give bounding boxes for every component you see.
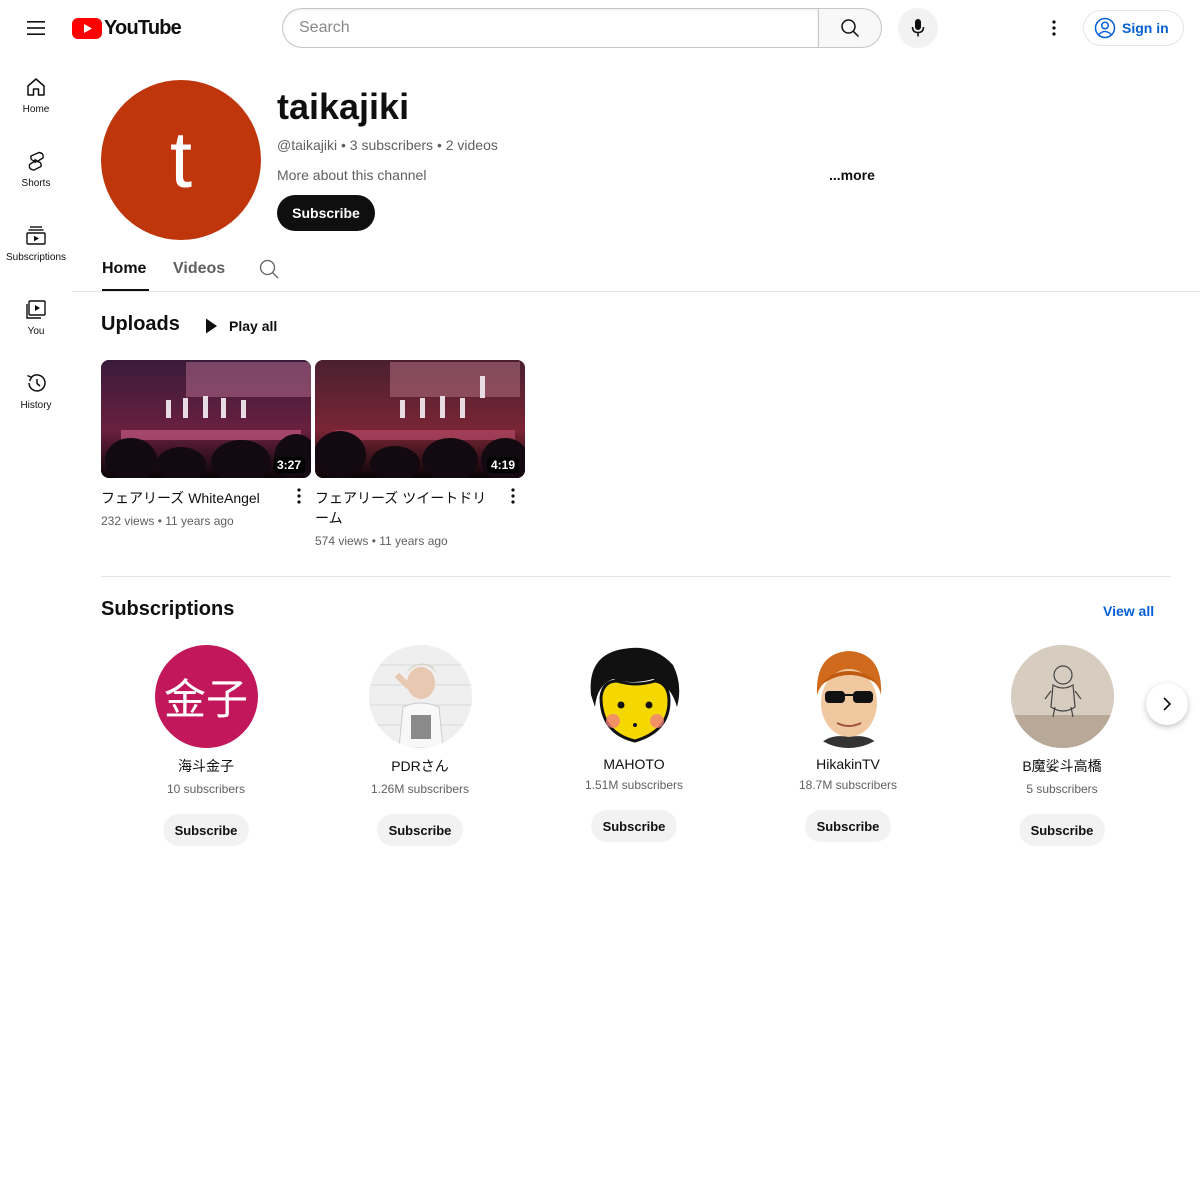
more-vertical-icon xyxy=(297,488,301,504)
channel-avatar: t xyxy=(101,80,261,240)
video-title[interactable]: フェアリーズ ツイートドリーム xyxy=(315,488,495,528)
subscribe-button[interactable]: Subscribe xyxy=(1018,814,1106,846)
more-vertical-icon xyxy=(511,488,515,504)
guide-menu-button[interactable] xyxy=(16,8,56,48)
search-icon xyxy=(841,19,860,38)
video-menu-button[interactable] xyxy=(287,484,311,508)
video-title[interactable]: フェアリーズ WhiteAngel xyxy=(101,488,281,508)
channel-subscribe-button[interactable]: Subscribe xyxy=(277,195,375,231)
tab-videos[interactable]: Videos xyxy=(173,260,225,278)
subscription-avatar[interactable] xyxy=(582,645,686,748)
video-thumbnail[interactable]: 4:19 xyxy=(315,360,525,478)
channel-name: taikajiki xyxy=(277,86,410,127)
channel-tabs: Home Videos xyxy=(72,248,1200,292)
search-icon xyxy=(259,259,279,279)
uploads-title: Uploads xyxy=(101,313,180,335)
subscription-count: 1.51M subscribers xyxy=(584,778,684,792)
tab-active-indicator xyxy=(102,289,149,291)
search-button[interactable] xyxy=(818,8,882,48)
subscription-name[interactable]: HikakinTV xyxy=(816,756,880,772)
account-circle-icon xyxy=(1094,17,1116,39)
search-input[interactable] xyxy=(282,8,818,48)
subscription-name[interactable]: PDRさん xyxy=(391,756,449,776)
sidebar-item-label: Home xyxy=(22,104,50,115)
avatar-image xyxy=(796,645,900,748)
youtube-play-icon xyxy=(72,17,102,39)
channel-meta: @taikajiki • 3 subscribers • 2 videos xyxy=(277,137,498,153)
microphone-icon xyxy=(911,19,925,37)
shorts-icon xyxy=(28,151,44,171)
subscription-count: 1.26M subscribers xyxy=(370,782,470,796)
masthead: YouTube Sign in xyxy=(0,0,1200,56)
home-icon xyxy=(27,78,45,96)
voice-search-button[interactable] xyxy=(898,8,938,48)
sidebar-item-label: You xyxy=(27,326,45,337)
avatar-image xyxy=(582,645,686,748)
subscription-count: 10 subscribers xyxy=(166,782,246,796)
video-menu-button[interactable] xyxy=(501,484,525,508)
sidebar-item-you[interactable]: You xyxy=(0,278,72,352)
subscription-avatar[interactable]: 金子 xyxy=(154,645,258,748)
video-duration: 3:27 xyxy=(272,457,305,473)
section-divider xyxy=(101,576,1171,577)
subscription-count: 18.7M subscribers xyxy=(798,778,898,792)
sign-in-button[interactable]: Sign in xyxy=(1083,10,1184,46)
video-meta: 574 views • 11 years ago xyxy=(315,534,448,548)
play-all-label: Play all xyxy=(229,318,278,334)
settings-more-button[interactable] xyxy=(1034,8,1074,48)
subscription-name[interactable]: 海斗金子 xyxy=(178,756,234,776)
subscriptions-icon xyxy=(26,226,46,245)
hamburger-icon xyxy=(27,21,45,35)
sidebar-item-history[interactable]: History xyxy=(0,352,72,426)
subscription-avatar-text: 金子 xyxy=(163,675,248,724)
subscription-card: B魔娑斗高橋 5 subscribers Subscribe xyxy=(955,645,1169,846)
sign-in-label: Sign in xyxy=(1122,20,1169,36)
subscription-card: MAHOTO 1.51M subscribers Subscribe xyxy=(527,645,741,842)
video-duration: 4:19 xyxy=(486,457,519,473)
subscribe-button[interactable]: Subscribe xyxy=(376,814,464,846)
subscriptions-title: Subscriptions xyxy=(101,598,235,620)
video-thumbnail[interactable]: 3:27 xyxy=(101,360,311,478)
you-icon xyxy=(26,300,46,319)
search-box xyxy=(282,8,882,48)
view-all-link[interactable]: View all xyxy=(1103,603,1154,619)
more-vertical-icon xyxy=(1052,20,1056,36)
subscribe-button[interactable]: Subscribe xyxy=(804,810,892,842)
subscription-avatar[interactable] xyxy=(796,645,900,748)
subscription-avatar[interactable] xyxy=(368,645,472,748)
subscription-count: 5 subscribers xyxy=(1026,782,1098,796)
carousel-next-button[interactable] xyxy=(1146,683,1188,725)
play-all-button[interactable]: Play all xyxy=(203,317,277,335)
sidebar-item-subscriptions[interactable]: Subscriptions xyxy=(0,204,72,278)
channel-more-link[interactable]: ...more xyxy=(829,167,875,183)
subscribe-button[interactable]: Subscribe xyxy=(162,814,250,846)
video-card[interactable]: 4:19 フェアリーズ ツイートドリーム 574 views • 11 year… xyxy=(315,360,525,548)
sidebar-item-label: Shorts xyxy=(21,178,51,189)
video-card[interactable]: 3:27 フェアリーズ WhiteAngel 232 views • 11 ye… xyxy=(101,360,311,528)
logo-text: YouTube xyxy=(104,16,182,39)
mini-guide: Home Shorts Subscriptions You History xyxy=(0,56,72,426)
video-meta: 232 views • 11 years ago xyxy=(101,514,234,528)
subscription-card: HikakinTV 18.7M subscribers Subscribe xyxy=(741,645,955,842)
subscription-card: PDRさん 1.26M subscribers Subscribe xyxy=(313,645,527,846)
sidebar-item-home[interactable]: Home xyxy=(0,56,72,130)
play-icon xyxy=(206,318,217,334)
subscription-avatar[interactable] xyxy=(1010,645,1114,748)
channel-about-link[interactable]: More about this channel xyxy=(277,167,426,183)
subscription-card: 金子 海斗金子 10 subscribers Subscribe xyxy=(99,645,313,846)
avatar-image xyxy=(1010,645,1114,748)
youtube-logo[interactable]: YouTube xyxy=(72,16,182,40)
history-icon xyxy=(27,374,46,392)
chevron-right-icon xyxy=(1163,697,1172,711)
subscription-name[interactable]: MAHOTO xyxy=(603,756,664,772)
channel-search-button[interactable] xyxy=(258,258,280,285)
sidebar-item-label: Subscriptions xyxy=(5,252,67,263)
channel-avatar-letter: t xyxy=(169,115,193,204)
avatar-image xyxy=(368,645,472,748)
sidebar-item-label: History xyxy=(20,400,52,411)
subscription-name[interactable]: B魔娑斗高橋 xyxy=(1022,756,1101,776)
tab-home[interactable]: Home xyxy=(102,260,146,278)
subscribe-button[interactable]: Subscribe xyxy=(590,810,678,842)
sidebar-item-shorts[interactable]: Shorts xyxy=(0,130,72,204)
